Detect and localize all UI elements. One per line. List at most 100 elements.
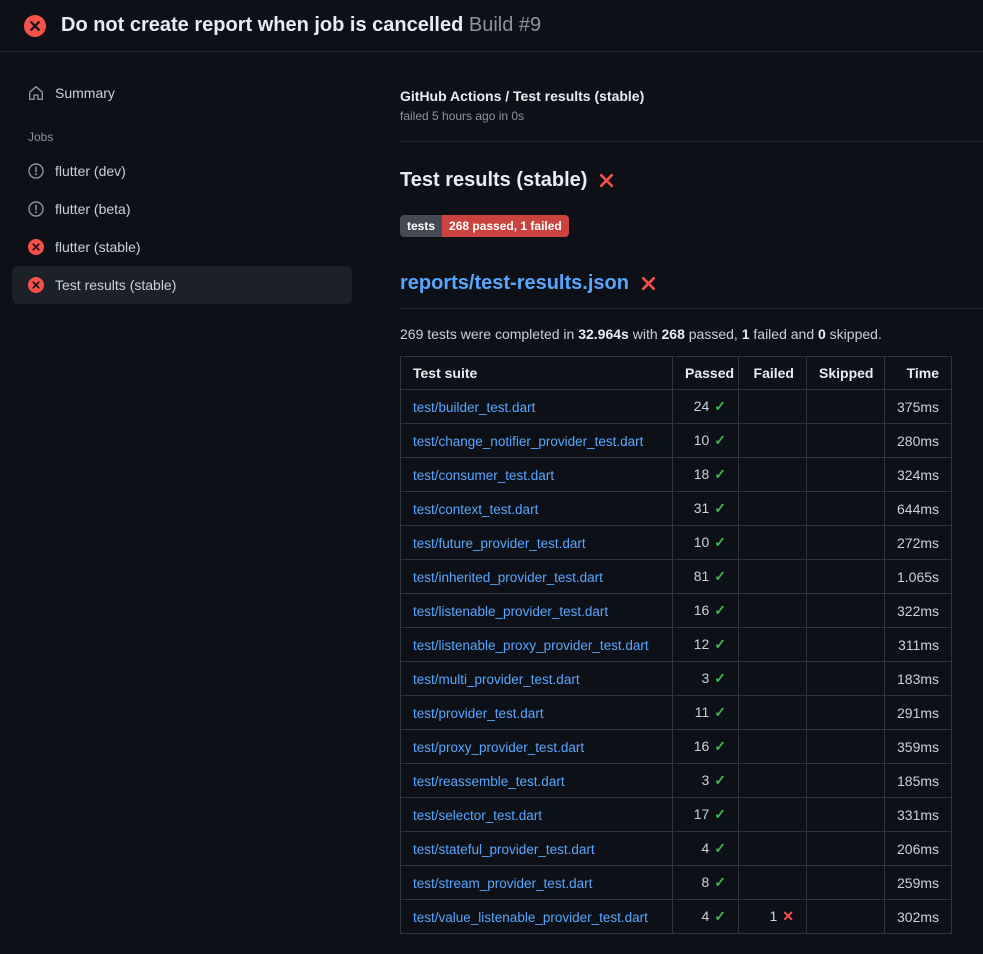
badge-label: tests [400,215,442,237]
time-cell: 359ms [885,730,952,764]
skipped-cell [807,560,885,594]
test-suite-link[interactable]: test/stream_provider_test.dart [413,876,592,891]
table-row: test/selector_test.dart17✓331ms [401,798,952,832]
suite-cell: test/reassemble_test.dart [401,764,673,798]
passed-cell: 4✓ [673,900,739,934]
skipped-cell [807,730,885,764]
suite-cell: test/stream_provider_test.dart [401,866,673,900]
check-icon: ✓ [714,602,726,618]
table-row: test/value_listenable_provider_test.dart… [401,900,952,934]
test-suite-link[interactable]: test/change_notifier_provider_test.dart [413,434,643,449]
section-title-row: Test results (stable) [400,169,951,192]
failed-cross-icon [640,275,657,292]
section-title: Test results (stable) [400,169,587,192]
passed-cell: 11✓ [673,696,739,730]
summary-text: with [629,326,662,342]
test-suite-link[interactable]: test/builder_test.dart [413,400,535,415]
test-suite-link[interactable]: test/listenable_proxy_provider_test.dart [413,638,649,653]
table-row: test/provider_test.dart11✓291ms [401,696,952,730]
skipped-cell [807,628,885,662]
skipped-cell [807,458,885,492]
test-suite-link[interactable]: test/listenable_provider_test.dart [413,604,608,619]
time-cell: 302ms [885,900,952,934]
passed-cell: 81✓ [673,560,739,594]
results-table-body: test/builder_test.dart24✓375mstest/chang… [401,390,952,934]
sidebar-item-flutter-dev[interactable]: flutter (dev) [12,152,352,190]
col-header-skipped: Skipped [807,357,885,390]
failed-cell [739,866,807,900]
time-cell: 185ms [885,764,952,798]
passed-cell: 10✓ [673,526,739,560]
failed-cell [739,696,807,730]
time-cell: 259ms [885,866,952,900]
test-suite-link[interactable]: test/stateful_provider_test.dart [413,842,595,857]
passed-cell: 17✓ [673,798,739,832]
summary-skipped-count: 0 [818,326,826,342]
col-header-time: Time [885,357,952,390]
sidebar-item-test-results-stable[interactable]: Test results (stable) [12,266,352,304]
home-icon [28,85,44,101]
passed-cell: 12✓ [673,628,739,662]
table-row: test/listenable_provider_test.dart16✓322… [401,594,952,628]
col-header-failed: Failed [739,357,807,390]
passed-cell: 3✓ [673,662,739,696]
suite-cell: test/change_notifier_provider_test.dart [401,424,673,458]
cross-icon: ✕ [782,908,794,924]
table-row: test/reassemble_test.dart 3✓ 185ms [401,764,952,798]
passed-cell: 16✓ [673,594,739,628]
summary-text: passed, [685,326,742,342]
divider [400,308,983,309]
check-icon: ✓ [714,908,726,924]
failed-cross-icon [598,172,615,189]
failed-cell: 1✕ [739,900,807,934]
failed-status-icon [28,239,44,255]
skipped-cell [807,798,885,832]
suite-cell: test/context_test.dart [401,492,673,526]
skipped-cell [807,492,885,526]
failed-cell [739,560,807,594]
report-file-link[interactable]: reports/test-results.json [400,272,629,295]
test-suite-link[interactable]: test/context_test.dart [413,502,538,517]
test-suite-link[interactable]: test/inherited_provider_test.dart [413,570,603,585]
passed-cell: 18✓ [673,458,739,492]
summary-failed-count: 1 [742,326,750,342]
passed-cell: 3✓ [673,764,739,798]
test-suite-link[interactable]: test/multi_provider_test.dart [413,672,580,687]
summary-duration: 32.964s [578,326,629,342]
summary-text: failed and [750,326,819,342]
test-suite-link[interactable]: test/consumer_test.dart [413,468,554,483]
suite-cell: test/future_provider_test.dart [401,526,673,560]
passed-cell: 4✓ [673,832,739,866]
test-suite-link[interactable]: test/value_listenable_provider_test.dart [413,910,648,925]
test-suite-link[interactable]: test/reassemble_test.dart [413,774,565,789]
sidebar-job-label: flutter (stable) [55,239,141,255]
test-suite-link[interactable]: test/selector_test.dart [413,808,542,823]
failed-cell [739,390,807,424]
sidebar-item-summary[interactable]: Summary [12,74,352,112]
skipped-cell [807,696,885,730]
tests-summary-badge: tests268 passed, 1 failed [400,215,569,237]
suite-cell: test/listenable_provider_test.dart [401,594,673,628]
skipped-cell [807,526,885,560]
table-row: test/inherited_provider_test.dart81✓1.06… [401,560,952,594]
suite-cell: test/listenable_proxy_provider_test.dart [401,628,673,662]
skipped-cell [807,662,885,696]
suite-cell: test/stateful_provider_test.dart [401,832,673,866]
sidebar-item-flutter-beta[interactable]: flutter (beta) [12,190,352,228]
sidebar-job-label: flutter (beta) [55,201,130,217]
skipped-cell [807,832,885,866]
skipped-cell [807,390,885,424]
table-header-row: Test suite Passed Failed Skipped Time [401,357,952,390]
test-suite-link[interactable]: test/provider_test.dart [413,706,544,721]
failed-cell [739,526,807,560]
sidebar-item-flutter-stable[interactable]: flutter (stable) [12,228,352,266]
test-suite-link[interactable]: test/proxy_provider_test.dart [413,740,584,755]
check-icon: ✓ [714,874,726,890]
suite-cell: test/proxy_provider_test.dart [401,730,673,764]
test-suite-link[interactable]: test/future_provider_test.dart [413,536,586,551]
table-row: test/consumer_test.dart18✓324ms [401,458,952,492]
passed-cell: 8✓ [673,866,739,900]
passed-cell: 24✓ [673,390,739,424]
report-title-row: reports/test-results.json [400,272,951,295]
failed-cell [739,798,807,832]
